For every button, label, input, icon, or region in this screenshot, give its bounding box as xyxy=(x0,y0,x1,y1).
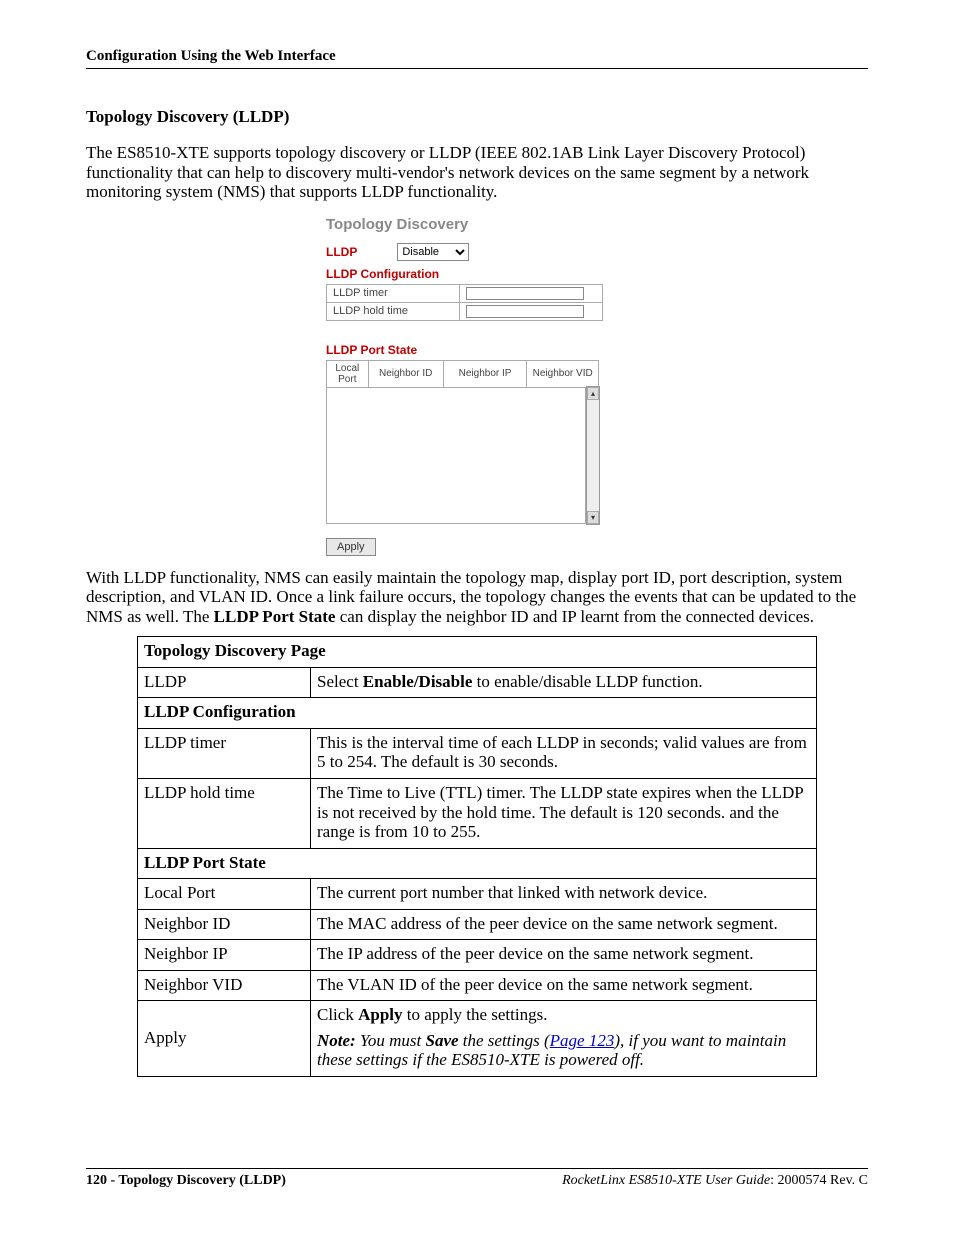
portstate-table: Local Port Neighbor ID Neighbor IP Neigh… xyxy=(326,360,599,388)
intro-paragraph: The ES8510-XTE supports topology discove… xyxy=(86,143,868,202)
footer-right: RocketLinx ES8510-XTE User Guide: 200057… xyxy=(562,1173,868,1189)
lldp-timer-label: LLDP timer xyxy=(327,284,460,302)
row-ps-header: LLDP Port State xyxy=(138,848,817,879)
portstate-body: ▴ ▾ xyxy=(326,388,586,524)
lldp-config-table: LLDP timer LLDP hold time xyxy=(326,284,603,321)
row-timer-desc: This is the interval time of each LLDP i… xyxy=(311,728,817,778)
row-lldp-label: LLDP xyxy=(138,667,311,698)
row-hold-label: LLDP hold time xyxy=(138,779,311,849)
row-nip-desc: The IP address of the peer device on the… xyxy=(311,940,817,971)
row-nvid-label: Neighbor VID xyxy=(138,970,311,1001)
lldp-hold-label: LLDP hold time xyxy=(327,302,460,320)
scroll-up-icon[interactable]: ▴ xyxy=(587,387,599,400)
lldp-timer-input[interactable] xyxy=(466,287,584,300)
row-nip-label: Neighbor IP xyxy=(138,940,311,971)
row-timer-label: LLDP timer xyxy=(138,728,311,778)
ps-col-nip: Neighbor IP xyxy=(443,360,527,387)
embedded-ui: Topology Discovery LLDP Disable LLDP Con… xyxy=(326,216,646,556)
row-nid-label: Neighbor ID xyxy=(138,909,311,940)
page-header: Configuration Using the Web Interface xyxy=(86,48,868,69)
lldp-label: LLDP xyxy=(326,245,357,259)
row-hold-desc: The Time to Live (TTL) timer. The LLDP s… xyxy=(311,779,817,849)
row-apply-label: Apply xyxy=(138,1001,311,1077)
lldp-portstate-header: LLDP Port State xyxy=(326,343,646,357)
apply-button[interactable]: Apply xyxy=(326,538,376,556)
page-link[interactable]: Page 123 xyxy=(550,1031,615,1050)
row-lldp-desc: Select Enable/Disable to enable/disable … xyxy=(311,667,817,698)
ps-col-local: Local Port xyxy=(327,360,369,387)
scroll-down-icon[interactable]: ▾ xyxy=(587,511,599,524)
row-cfg-header: LLDP Configuration xyxy=(138,698,817,729)
page-footer: 120 - Topology Discovery (LLDP) RocketLi… xyxy=(86,1168,868,1189)
ps-col-nvid: Neighbor VID xyxy=(527,360,599,387)
row-nid-desc: The MAC address of the peer device on th… xyxy=(311,909,817,940)
footer-left: 120 - Topology Discovery (LLDP) xyxy=(86,1173,286,1189)
row-apply-desc: Click Apply to apply the settings. Note:… xyxy=(311,1001,817,1077)
lldp-config-header: LLDP Configuration xyxy=(326,267,646,281)
lldp-select[interactable]: Disable xyxy=(397,243,469,261)
ps-col-nid: Neighbor ID xyxy=(368,360,443,387)
paragraph-2: With LLDP functionality, NMS can easily … xyxy=(86,568,868,627)
row-nvid-desc: The VLAN ID of the peer device on the sa… xyxy=(311,970,817,1001)
description-table: Topology Discovery Page LLDP Select Enab… xyxy=(137,636,817,1077)
section-title: Topology Discovery (LLDP) xyxy=(86,107,868,127)
desc-title: Topology Discovery Page xyxy=(138,637,817,668)
row-local-desc: The current port number that linked with… xyxy=(311,879,817,910)
row-local-label: Local Port xyxy=(138,879,311,910)
ui-title: Topology Discovery xyxy=(326,216,646,233)
lldp-hold-input[interactable] xyxy=(466,305,584,318)
scrollbar[interactable]: ▴ ▾ xyxy=(586,386,600,525)
